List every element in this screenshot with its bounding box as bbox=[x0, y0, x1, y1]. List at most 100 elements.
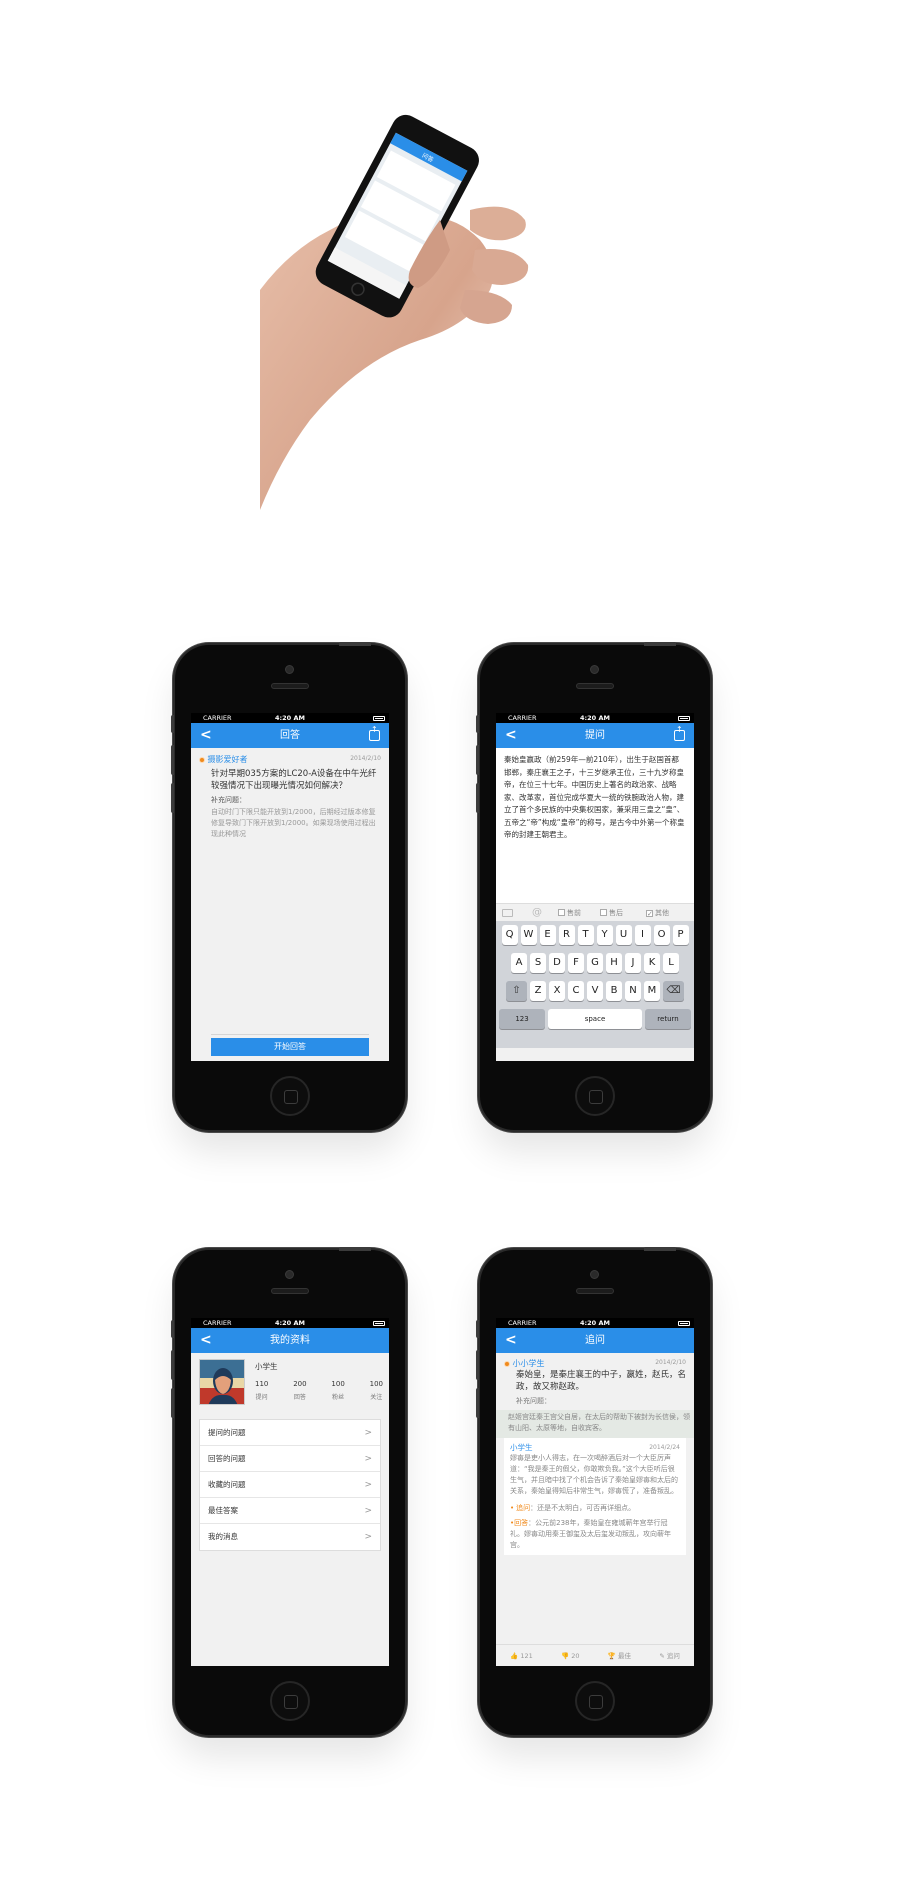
question-detail: 摄影爱好者 2014/2/10 针对早期035方案的LC20-A设备在中午光纤较… bbox=[191, 748, 389, 1061]
like-button[interactable]: 👍 121 bbox=[510, 1645, 533, 1666]
question-date: 2014/2/10 bbox=[350, 755, 381, 762]
user-badge-icon bbox=[199, 756, 205, 763]
keyboard: QWERTYUIOP ASDFGHJKL ⇧ ZXCVBNM ⌫ 123 spa… bbox=[496, 921, 694, 1048]
key-q[interactable]: Q bbox=[501, 925, 518, 945]
key-x[interactable]: X bbox=[549, 981, 565, 1001]
best-answer-button[interactable]: 🏆 最佳 bbox=[608, 1645, 631, 1666]
stat-followers[interactable]: 100 粉丝 bbox=[331, 1380, 344, 1401]
home-button[interactable] bbox=[270, 1681, 310, 1721]
asker-name[interactable]: 小小学生 bbox=[513, 1359, 545, 1368]
option-label: 售后 bbox=[609, 909, 623, 917]
send-icon[interactable] bbox=[674, 725, 685, 741]
space-key[interactable]: space bbox=[548, 1009, 642, 1029]
key-t[interactable]: T bbox=[577, 925, 594, 945]
menu-favorites[interactable]: 收藏的问题 > bbox=[200, 1472, 380, 1498]
profile-stats: 110 提问 200 回答 100 粉丝 100 关注 bbox=[255, 1380, 383, 1401]
backspace-icon[interactable]: ⌫ bbox=[663, 981, 684, 1001]
key-j[interactable]: J bbox=[625, 953, 641, 973]
numbers-key[interactable]: 123 bbox=[499, 1009, 545, 1029]
asker-name[interactable]: 摄影爱好者 bbox=[208, 755, 248, 764]
edit-icon: ✎ bbox=[659, 1652, 665, 1660]
question-detail: 小小学生 2014/2/10 秦始皇，是秦庄襄王的中子，嬴姓，赵氏，名政，故又称… bbox=[496, 1353, 694, 1409]
key-d[interactable]: D bbox=[549, 953, 565, 973]
stat-label: 关注 bbox=[370, 1394, 383, 1401]
key-s[interactable]: S bbox=[530, 953, 546, 973]
camera bbox=[590, 665, 599, 674]
menu-my-questions[interactable]: 提问的问题 > bbox=[200, 1420, 380, 1446]
nav-title: 提问 bbox=[585, 730, 605, 741]
battery-icon bbox=[373, 716, 385, 721]
home-button[interactable] bbox=[575, 1076, 615, 1116]
key-w[interactable]: W bbox=[520, 925, 537, 945]
nav-bar: < 追问 bbox=[496, 1328, 694, 1353]
back-chevron-icon[interactable]: < bbox=[200, 1328, 212, 1353]
stat-label: 提问 bbox=[255, 1394, 268, 1401]
key-i[interactable]: I bbox=[634, 925, 651, 945]
key-e[interactable]: E bbox=[539, 925, 556, 945]
phone-ask: CARRIER 4:20 AM < 提问 秦始皇嬴政（前259年—前210年），… bbox=[476, 642, 710, 1130]
stat-following[interactable]: 100 关注 bbox=[370, 1380, 383, 1401]
key-n[interactable]: N bbox=[625, 981, 641, 1001]
home-button[interactable] bbox=[270, 1076, 310, 1116]
bullet-icon: • bbox=[510, 1504, 515, 1512]
key-f[interactable]: F bbox=[568, 953, 584, 973]
back-chevron-icon[interactable]: < bbox=[200, 723, 212, 748]
key-p[interactable]: P bbox=[672, 925, 689, 945]
key-u[interactable]: U bbox=[615, 925, 632, 945]
answer-screen: CARRIER 4:20 AM < 回答 摄影爱好者 2014/2/10 针对早… bbox=[191, 713, 389, 1061]
menu-best-answers[interactable]: 最佳答案 > bbox=[200, 1498, 380, 1524]
menu-my-answers[interactable]: 回答的问题 > bbox=[200, 1446, 380, 1472]
key-o[interactable]: O bbox=[653, 925, 670, 945]
nav-title: 回答 bbox=[280, 730, 300, 741]
status-time: 4:20 AM bbox=[275, 714, 305, 722]
key-g[interactable]: G bbox=[587, 953, 603, 973]
stat-questions[interactable]: 110 提问 bbox=[255, 1380, 268, 1401]
status-time: 4:20 AM bbox=[275, 1319, 305, 1327]
key-k[interactable]: K bbox=[644, 953, 660, 973]
key-z[interactable]: Z bbox=[530, 981, 546, 1001]
key-c[interactable]: C bbox=[568, 981, 584, 1001]
image-icon[interactable] bbox=[502, 909, 513, 917]
key-m[interactable]: M bbox=[644, 981, 660, 1001]
thumbs-down-icon: 👎 bbox=[561, 1652, 570, 1660]
question-date: 2014/2/10 bbox=[655, 1359, 686, 1366]
menu-label: 收藏的问题 bbox=[208, 1480, 246, 1489]
phone-followup: CARRIER 4:20 AM < 追问 小小学生 2014/2/10 秦始皇，… bbox=[476, 1247, 710, 1735]
avatar[interactable] bbox=[199, 1359, 245, 1405]
key-b[interactable]: B bbox=[606, 981, 622, 1001]
key-r[interactable]: R bbox=[558, 925, 575, 945]
key-l[interactable]: L bbox=[663, 953, 679, 973]
back-chevron-icon[interactable]: < bbox=[505, 723, 517, 748]
key-y[interactable]: Y bbox=[596, 925, 613, 945]
nav-title: 追问 bbox=[585, 1335, 605, 1346]
back-chevron-icon[interactable]: < bbox=[505, 1328, 517, 1353]
chevron-right-icon: > bbox=[364, 1532, 372, 1542]
earpiece-speaker bbox=[576, 683, 614, 689]
start-answer-button[interactable]: 开始回答 bbox=[211, 1038, 369, 1056]
followup-button[interactable]: ✎ 追问 bbox=[659, 1645, 680, 1666]
key-h[interactable]: H bbox=[606, 953, 622, 973]
supplement-text: 赵姬宫廷秦王宫父自居，在太后的帮助下被封为长信侯，领有山阳、太原等地，自收宾客。 bbox=[496, 1410, 694, 1438]
profile-screen: CARRIER 4:20 AM < 我的资料 小学生 110 提问 200 回答… bbox=[191, 1318, 389, 1666]
dislike-button[interactable]: 👎 20 bbox=[561, 1645, 579, 1666]
checkmark-icon: ✓ bbox=[646, 910, 653, 918]
shift-key[interactable]: ⇧ bbox=[506, 981, 527, 1001]
return-key[interactable]: return bbox=[645, 1009, 691, 1029]
stat-label: 回答 bbox=[293, 1394, 306, 1401]
share-icon[interactable] bbox=[369, 725, 380, 741]
option-presale[interactable]: 售前 bbox=[558, 904, 581, 922]
option-other[interactable]: ✓ 其他 bbox=[646, 904, 669, 922]
question-textarea[interactable]: 秦始皇嬴政（前259年—前210年），出生于赵国首都邯郸，秦庄襄王之子，十三岁继… bbox=[496, 748, 694, 903]
stat-answers[interactable]: 200 回答 bbox=[293, 1380, 306, 1401]
key-v[interactable]: V bbox=[587, 981, 603, 1001]
dislike-count: 20 bbox=[571, 1652, 580, 1660]
menu-messages[interactable]: 我的消息 > bbox=[200, 1524, 380, 1550]
option-aftersale[interactable]: 售后 bbox=[600, 904, 623, 922]
checkbox-icon bbox=[558, 909, 565, 916]
battery-icon bbox=[678, 716, 690, 721]
home-button[interactable] bbox=[575, 1681, 615, 1721]
mention-icon[interactable]: @ bbox=[532, 904, 542, 922]
key-a[interactable]: A bbox=[511, 953, 527, 973]
followup-label: 追问 bbox=[666, 1652, 680, 1660]
earpiece-speaker bbox=[271, 1288, 309, 1294]
